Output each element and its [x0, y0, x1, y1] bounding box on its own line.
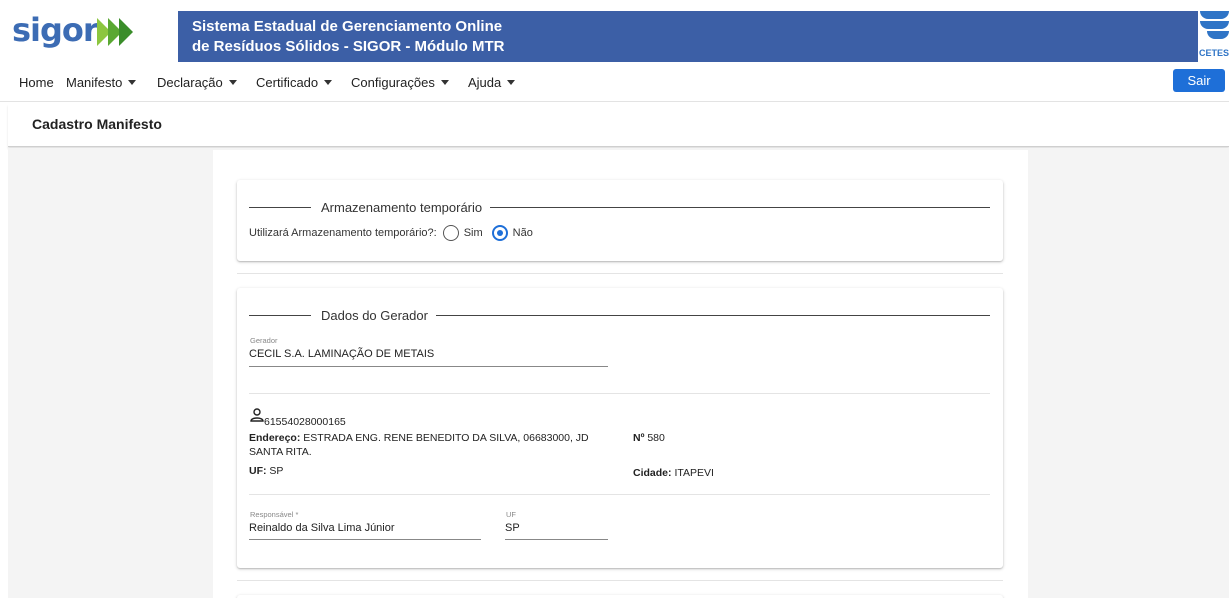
system-title-line2: de Resíduos Sólidos - SIGOR - Módulo MTR — [192, 38, 505, 55]
responsavel-field-label: Responsável * — [250, 510, 299, 519]
gerador-field-value[interactable]: CECIL S.A. LAMINAÇÃO DE METAIS — [249, 348, 434, 360]
radio-nao-label[interactable]: Não — [513, 227, 533, 239]
header-banner: Sistema Estadual de Gerenciamento Online… — [178, 11, 1198, 62]
nav-ajuda-label: Ajuda — [468, 75, 502, 90]
endereco-label: Endereço: — [249, 432, 301, 444]
nav-certificado[interactable]: Certificado — [256, 75, 333, 90]
nav-home[interactable]: Home — [19, 75, 54, 90]
nav-declaracao[interactable]: Declaração — [157, 75, 237, 90]
uf-field-label: UF — [506, 510, 516, 519]
nav-configuracoes[interactable]: Configurações — [351, 75, 449, 90]
system-title-line1: Sistema Estadual de Gerenciamento Online — [192, 18, 503, 35]
numero-label: Nº — [633, 432, 645, 444]
nav-declaracao-label: Declaração — [157, 75, 223, 90]
person-icon — [250, 408, 264, 422]
cetesb-logo: CETES — [1198, 11, 1229, 62]
radio-sim[interactable] — [442, 225, 459, 241]
page-title: Cadastro Manifesto — [32, 116, 162, 132]
armazenamento-radio-group: Utilizará Armazenamento temporário?: Sim… — [249, 225, 533, 241]
responsavel-input[interactable]: Reinaldo da Silva Lima Júnior — [249, 522, 395, 534]
nav-home-label: Home — [19, 75, 54, 90]
cetesb-logo-text: CETES — [1199, 48, 1229, 58]
nav-manifesto[interactable]: Manifesto — [66, 75, 137, 90]
gerador-legend: Dados do Gerador — [249, 308, 990, 323]
chevron-down-icon — [128, 80, 137, 85]
logo-text: sigor — [12, 11, 99, 49]
chevron-down-icon — [324, 80, 333, 85]
info-divider — [249, 494, 990, 495]
endereco-value-line2: SANTA RITA. — [249, 446, 312, 458]
gerador-legend-text: Dados do Gerador — [321, 308, 428, 323]
armazenamento-question: Utilizará Armazenamento temporário?: — [249, 227, 437, 239]
armazenamento-legend: Armazenamento temporário — [249, 200, 990, 215]
main-navbar: Home Manifesto Declaração Certificado Co… — [0, 62, 1229, 102]
section-divider — [237, 273, 1003, 274]
nav-configuracoes-label: Configurações — [351, 75, 435, 90]
nav-certificado-label: Certificado — [256, 75, 319, 90]
chevron-down-icon — [228, 80, 237, 85]
page-title-bar: Cadastro Manifesto — [8, 104, 1229, 147]
form-container: Armazenamento temporário Utilizará Armaz… — [213, 150, 1028, 598]
gerador-field-underline — [249, 366, 608, 367]
cidade-label: Cidade: — [633, 467, 672, 479]
gerador-endereco: Endereço: ESTRADA ENG. RENE BENEDITO DA … — [249, 431, 609, 459]
uf-underline — [505, 539, 608, 540]
uf-label: UF: — [249, 465, 267, 477]
gerador-card: Dados do Gerador Gerador CECIL S.A. LAMI… — [237, 288, 1003, 568]
uf-value: SP — [269, 465, 284, 477]
gerador-cidade: Cidade: ITAPEVI — [633, 466, 714, 480]
radio-sim-label[interactable]: Sim — [464, 227, 483, 239]
responsavel-underline — [249, 539, 481, 540]
armazenamento-card: Armazenamento temporário Utilizará Armaz… — [237, 180, 1003, 261]
nav-ajuda[interactable]: Ajuda — [468, 75, 516, 90]
logout-button[interactable]: Sair — [1173, 69, 1225, 92]
gerador-field-label: Gerador — [250, 336, 278, 345]
sigor-logo[interactable]: sigor — [12, 10, 162, 54]
chevron-down-icon — [440, 80, 449, 85]
nav-manifesto-label: Manifesto — [66, 75, 123, 90]
logo-arrows-icon — [96, 18, 133, 46]
endereco-value-line1: ESTRADA ENG. RENE BENEDITO DA SILVA, 066… — [303, 432, 589, 444]
uf-input[interactable]: SP — [505, 522, 520, 534]
gerador-divider — [249, 393, 990, 394]
system-title: Sistema Estadual de Gerenciamento Online… — [192, 17, 505, 57]
numero-value: 580 — [647, 432, 665, 444]
app-header: sigor Sistema Estadual de Gerenciamento … — [0, 0, 1229, 62]
cidade-value: ITAPEVI — [674, 467, 714, 479]
gerador-numero: Nº 580 — [633, 431, 665, 445]
armazenamento-legend-text: Armazenamento temporário — [321, 200, 483, 215]
gerador-uf: UF: SP — [249, 464, 283, 478]
radio-nao[interactable] — [491, 225, 508, 241]
chevron-down-icon — [507, 80, 516, 85]
gerador-cnpj: 61554028000165 — [264, 416, 346, 428]
section-divider — [237, 580, 1003, 581]
